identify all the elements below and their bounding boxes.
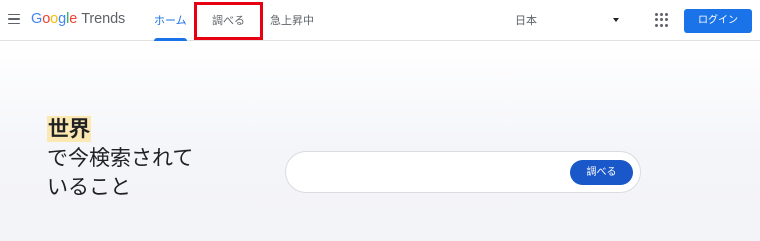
- tab-trending-label: 急上昇中: [270, 14, 314, 27]
- tab-explore-label: 調べる: [212, 14, 245, 27]
- explore-search-button[interactable]: 調べる: [570, 160, 633, 185]
- tab-home-label: ホーム: [154, 14, 187, 27]
- region-select[interactable]: 日本: [515, 0, 621, 41]
- search-box: 調べる: [285, 151, 641, 193]
- hamburger-menu-icon[interactable]: [5, 10, 23, 28]
- hero-section: [0, 41, 760, 241]
- logo-product-name: Trends: [81, 11, 126, 27]
- logo-letter: G: [31, 11, 43, 27]
- hero-highlight-text: 世界: [47, 116, 91, 142]
- login-button[interactable]: ログイン: [684, 9, 752, 33]
- google-trends-logo[interactable]: Google Trends: [31, 11, 125, 27]
- tab-home[interactable]: ホーム: [154, 0, 187, 41]
- hero-line-3: いること: [47, 175, 131, 199]
- hero-line-2: で今検索されて: [47, 146, 194, 170]
- top-app-bar: Google Trends ホーム 調べる 急上昇中 日本 ログイン: [0, 0, 760, 41]
- google-apps-icon[interactable]: [655, 13, 669, 27]
- dropdown-caret-icon: [613, 18, 619, 22]
- tab-explore[interactable]: 調べる: [212, 0, 245, 41]
- search-input[interactable]: [302, 160, 568, 186]
- region-select-value: 日本: [515, 14, 537, 27]
- logo-letter: e: [69, 11, 78, 27]
- tab-trending[interactable]: 急上昇中: [270, 0, 314, 41]
- logo-letter: g: [58, 11, 67, 27]
- logo-letter: o: [50, 11, 59, 27]
- logo-letter: o: [42, 11, 51, 27]
